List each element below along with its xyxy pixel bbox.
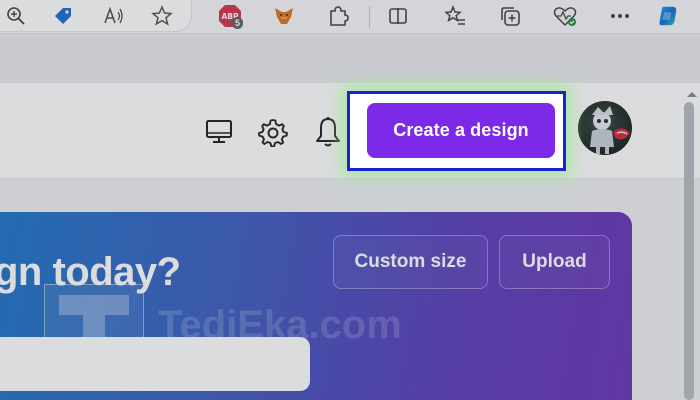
- metamask-fox-icon[interactable]: [272, 4, 296, 28]
- scrollbar-thumb[interactable]: [684, 102, 694, 400]
- watermark-text: TediEka.com: [158, 303, 402, 347]
- copilot-icon[interactable]: [656, 4, 680, 28]
- favorites-list-icon[interactable]: [443, 4, 467, 28]
- upload-button[interactable]: Upload: [499, 235, 610, 289]
- extensions-puzzle-icon[interactable]: [326, 4, 350, 28]
- watermark-logo: [44, 284, 144, 379]
- favorite-star-icon[interactable]: [150, 4, 174, 28]
- zoom-icon[interactable]: [4, 4, 28, 28]
- desktop-icon[interactable]: [203, 116, 235, 148]
- tag-icon[interactable]: [51, 4, 75, 28]
- user-avatar[interactable]: [578, 101, 632, 155]
- create-a-design-button[interactable]: Create a design: [367, 103, 555, 158]
- browser-toolbar: ABP 5: [0, 0, 700, 34]
- read-aloud-icon[interactable]: [102, 4, 126, 28]
- browser-health-icon[interactable]: [553, 4, 577, 28]
- split-screen-icon[interactable]: [386, 4, 410, 28]
- adblock-count-badge: 5: [232, 17, 244, 29]
- custom-size-button[interactable]: Custom size: [333, 235, 488, 289]
- settings-gear-icon[interactable]: [257, 116, 289, 148]
- notifications-bell-icon[interactable]: [312, 116, 344, 148]
- browser-tab-strip: [0, 35, 700, 83]
- collections-icon[interactable]: [498, 4, 522, 28]
- more-icon[interactable]: [608, 4, 632, 28]
- adblock-plus-icon[interactable]: ABP 5: [218, 4, 244, 29]
